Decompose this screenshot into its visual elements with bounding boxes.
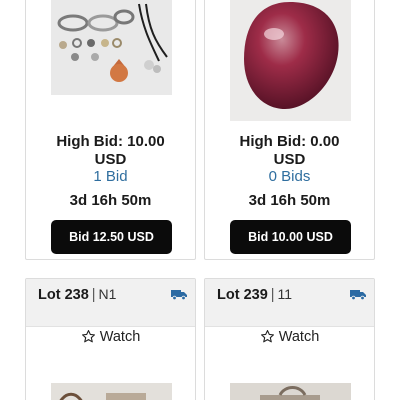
lot-location: 11 (277, 286, 293, 302)
lot-card-238[interactable]: Lot 238 | N1 Watch (25, 278, 196, 400)
lot-photo-peek (51, 383, 172, 400)
lot-location: N1 (98, 286, 117, 302)
lot-image-peek[interactable] (51, 383, 172, 400)
bid-count-link[interactable]: 0 Bids (205, 168, 374, 185)
lot-number: Lot 239 | 11 (217, 286, 293, 303)
time-left: 3d 16h 50m (248, 192, 331, 209)
watch-button[interactable]: Watch (205, 329, 374, 345)
watch-button[interactable]: Watch (26, 329, 195, 345)
lot-separator: | (91, 287, 96, 303)
time-left: 3d 16h 50m (69, 192, 152, 209)
lot-number: Lot 238 | N1 (38, 286, 117, 303)
high-bid-label: High Bid: 10.00 USD (56, 133, 165, 168)
lot-image-stone[interactable] (230, 0, 351, 121)
watch-label: Watch (278, 329, 320, 345)
star-outline-icon (260, 330, 274, 343)
star-outline-icon (81, 330, 95, 343)
lot-photo-peek (230, 383, 351, 400)
bid-button[interactable]: Bid 10.00 USD (230, 220, 351, 254)
lot-header: Lot 238 | N1 (26, 279, 195, 327)
truck-icon (171, 290, 187, 300)
jewelry-photo (51, 0, 172, 95)
stone-photo (230, 0, 351, 121)
lot-separator: | (270, 287, 275, 303)
high-bid-label: High Bid: 0.00 USD (239, 133, 340, 168)
lot-header: Lot 239 | 11 (205, 279, 374, 327)
lot-image-jewelry[interactable] (51, 0, 172, 95)
bid-button[interactable]: Bid 12.50 USD (51, 220, 172, 254)
bid-count-link[interactable]: 1 Bid (26, 168, 195, 185)
watch-label: Watch (99, 329, 141, 345)
lot-image-peek[interactable] (230, 383, 351, 400)
lot-card-239[interactable]: Lot 239 | 11 Watch (204, 278, 375, 400)
truck-icon (350, 290, 366, 300)
lot-card-1[interactable]: High Bid: 10.00 USD 1 Bid 3d 16h 50m Bid… (25, 0, 196, 260)
lot-card-2[interactable]: High Bid: 0.00 USD 0 Bids 3d 16h 50m Bid… (204, 0, 375, 260)
